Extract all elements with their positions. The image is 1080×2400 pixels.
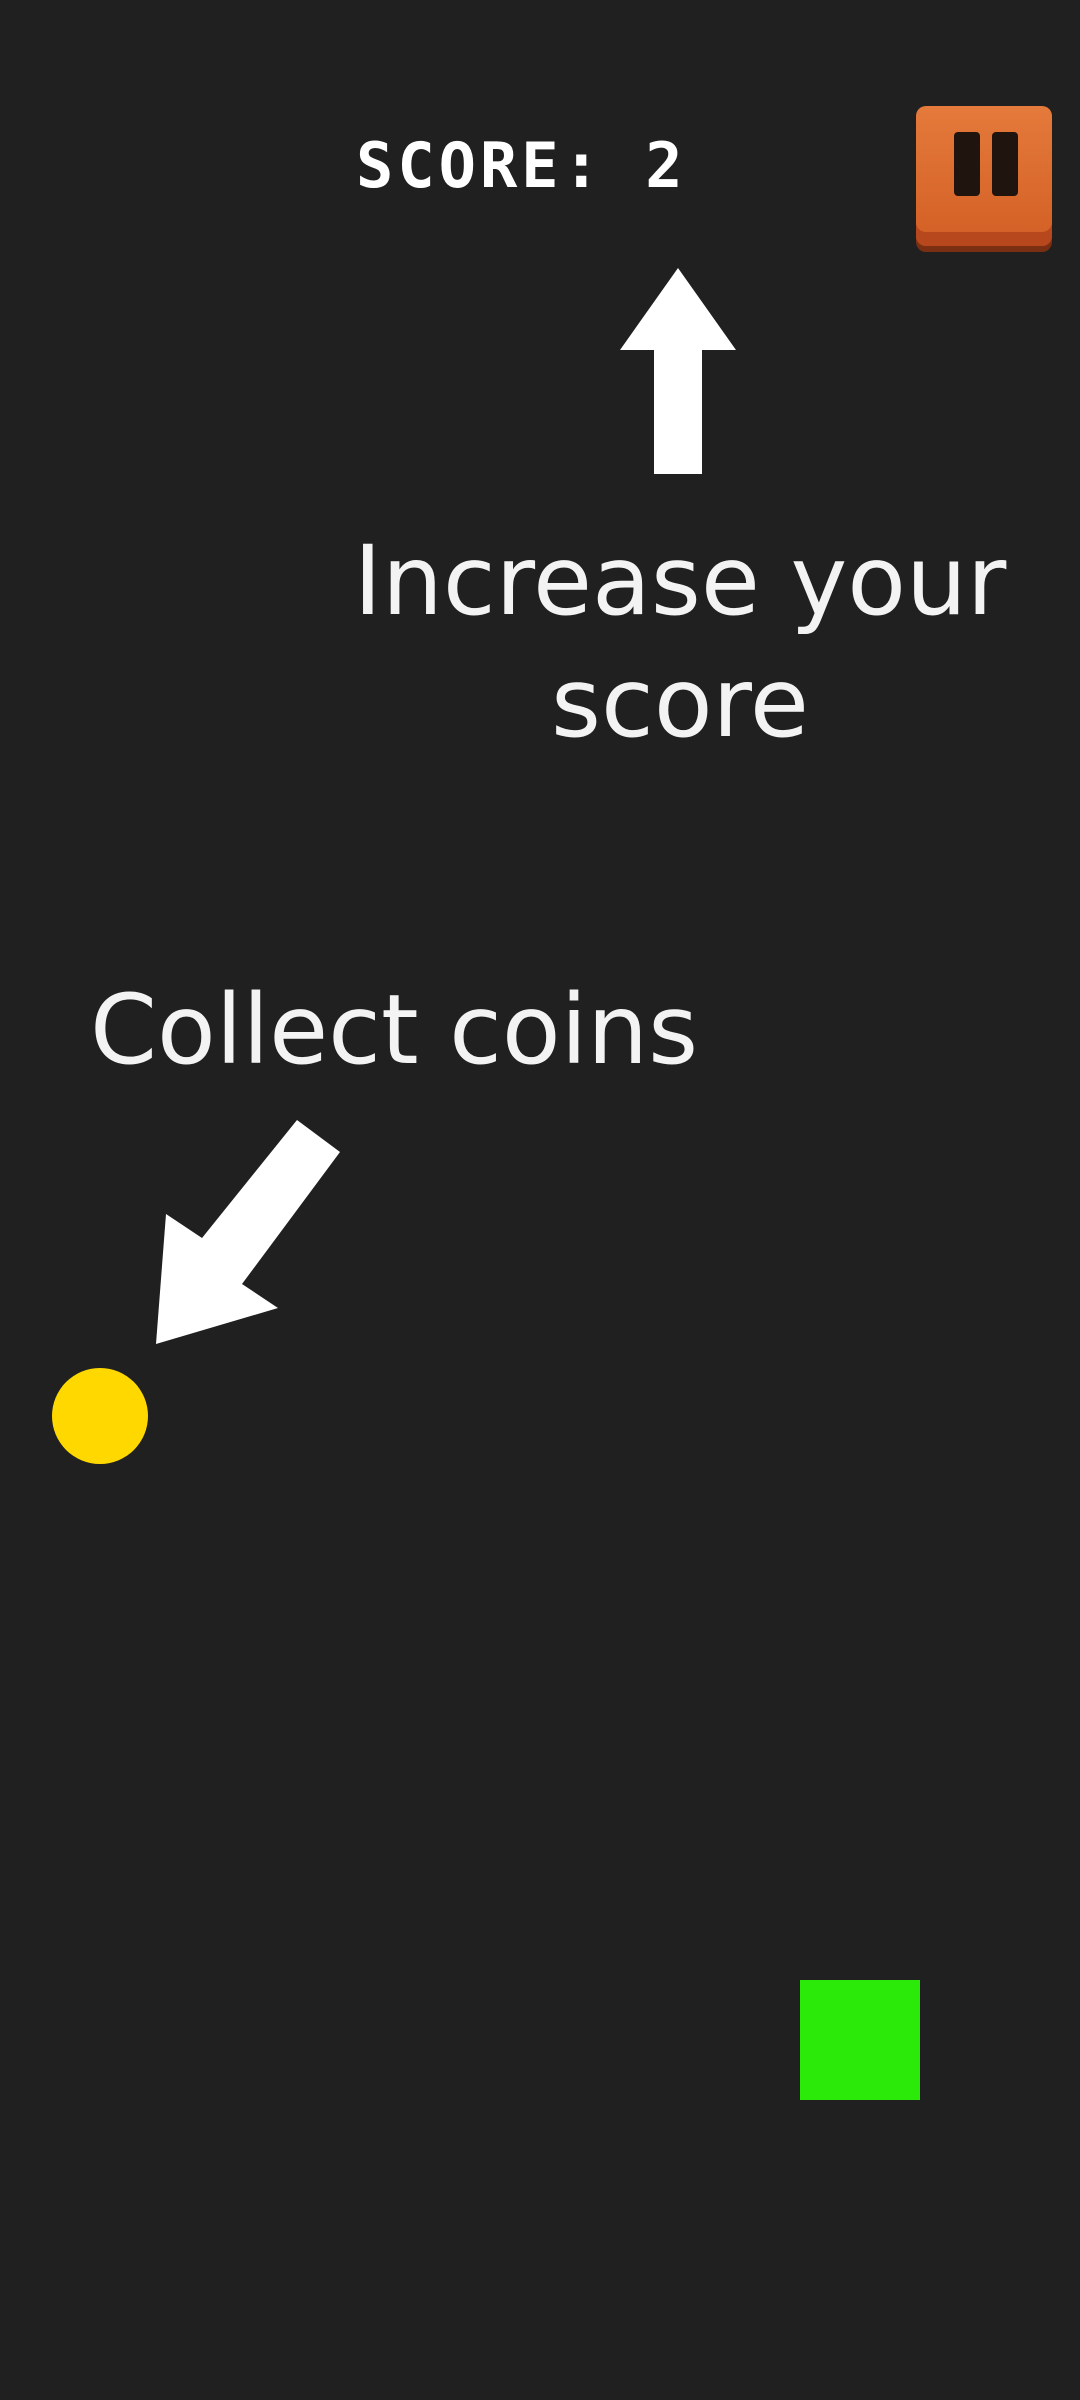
pause-button[interactable] xyxy=(916,106,1052,246)
game-screen[interactable]: SCORE: 2 Increase your score Collect coi… xyxy=(0,0,1080,2400)
coin xyxy=(52,1368,148,1464)
player-block[interactable] xyxy=(800,1980,920,2100)
score-hint-text: Increase your score xyxy=(353,525,1007,759)
arrow-up-icon xyxy=(620,268,736,474)
coins-hint-text: Collect coins xyxy=(90,974,699,1086)
score-label: SCORE: 2 xyxy=(356,129,687,202)
pause-bar-left xyxy=(954,132,980,196)
arrow-down-left-icon xyxy=(156,1120,340,1344)
pause-bar-right xyxy=(992,132,1018,196)
